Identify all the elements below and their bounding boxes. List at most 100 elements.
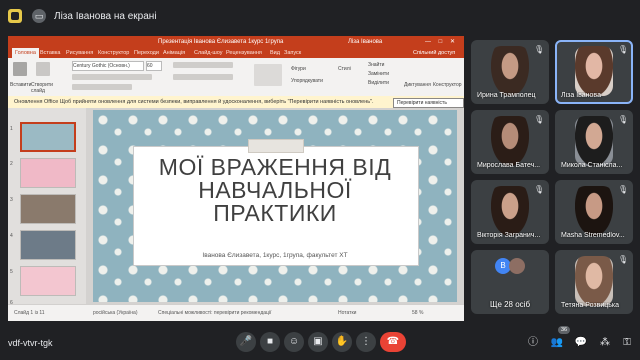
meeting-code: vdf-vtvr-tgk — [8, 338, 53, 348]
thumb-number: 4 — [10, 233, 13, 239]
people-icon: 👥 — [550, 337, 564, 348]
hand-icon: ✋ — [335, 336, 349, 347]
captions-button[interactable]: ☺ — [284, 332, 304, 352]
mic-off-icon: 🎙 — [618, 115, 629, 124]
slide-thumbnail-1[interactable] — [20, 122, 76, 152]
zoom-level[interactable]: 58 % — [412, 305, 423, 321]
shapes-button[interactable]: Фігури — [291, 66, 306, 72]
tab-view[interactable]: Вид — [270, 48, 280, 58]
replace-button[interactable]: Замінити — [368, 71, 389, 77]
styles-button[interactable]: Стилі — [338, 66, 351, 72]
participant-name: Ирина Трамполец — [477, 92, 536, 99]
participant-name: Тетяна Розвицька — [561, 302, 620, 309]
current-slide[interactable]: МОЇ ВРАЖЕННЯ ВІД НАВЧАЛЬНОЇ ПРАКТИКИ Іва… — [93, 110, 457, 302]
participant-name: Masha Stremedlov... — [561, 232, 625, 239]
participant-tile[interactable]: 🎙 Микола Станісла... — [555, 110, 633, 174]
more-options-button[interactable]: ⋮ — [356, 332, 376, 352]
slide-thumbnail-4[interactable] — [20, 230, 76, 260]
participant-name: Вікторія Загранич... — [477, 232, 541, 239]
mic-off-icon: 🎙 — [618, 255, 629, 264]
present-button[interactable]: ▣ — [308, 332, 328, 352]
participant-count-badge: 36 — [558, 326, 570, 334]
find-button[interactable]: Знайти — [368, 62, 384, 68]
check-updates-button[interactable]: Перевірити наявність оновлень — [393, 98, 464, 114]
shapes-gallery-icon — [254, 64, 282, 86]
tab-draw[interactable]: Рисування — [66, 48, 93, 58]
ppt-user-name: Ліза Іванова — [348, 39, 383, 45]
align-buttons — [173, 74, 233, 80]
font-format-buttons — [72, 74, 152, 80]
participant-video — [575, 256, 613, 306]
shared-screen: Презентація Іванова Єлизавета 1курс 1гру… — [8, 36, 464, 321]
hang-up-icon: ☎ — [386, 336, 400, 347]
paragraph-buttons — [173, 62, 233, 68]
slide-title: МОЇ ВРАЖЕННЯ ВІД НАВЧАЛЬНОЇ ПРАКТИКИ — [158, 154, 392, 226]
tab-slideshow[interactable]: Слайд-шоу — [194, 48, 223, 58]
mic-off-icon: 🎙 — [534, 185, 545, 194]
tab-home[interactable]: Головна — [12, 48, 39, 58]
tab-animations[interactable]: Анімація — [163, 48, 185, 58]
ppt-window-title: Презентація Іванова Єлизавета 1курс 1гру… — [158, 39, 284, 45]
microphone-button[interactable]: 🎤 — [236, 332, 256, 352]
host-controls-button[interactable]: ⚿ — [620, 336, 634, 350]
language-status: російська (Україна) — [93, 310, 138, 316]
participant-tile[interactable]: 🎙 Masha Stremedlov... — [555, 180, 633, 244]
participant-video — [491, 116, 529, 166]
participant-name: Микола Станісла... — [561, 162, 623, 169]
camera-icon: ■ — [266, 336, 274, 347]
select-button[interactable]: Виділити — [368, 80, 389, 86]
dictate-button[interactable]: Диктування — [404, 82, 431, 88]
accessibility-status[interactable]: Спеціальні можливості: перевірити рекоме… — [158, 305, 271, 321]
raise-hand-button[interactable]: ✋ — [332, 332, 352, 352]
camera-button[interactable]: ■ — [260, 332, 280, 352]
participant-name: Мирослава Батеч... — [477, 162, 541, 169]
activities-icon: ⁂ — [600, 337, 610, 348]
participant-tile[interactable]: 🎙 Тетяна Розвицька — [555, 250, 633, 314]
new-slide-button[interactable]: Створити слайд — [31, 82, 61, 94]
slide-card-tab — [248, 139, 304, 153]
info-icon: ⓘ — [528, 337, 538, 348]
paste-button[interactable]: Вставити — [10, 82, 31, 88]
participant-video — [575, 186, 613, 236]
participant-avatar-photo — [509, 258, 525, 274]
share-button[interactable]: Спільний доступ — [413, 48, 455, 58]
new-slide-icon — [36, 62, 50, 76]
slide-thumbnail-5[interactable] — [20, 266, 76, 296]
activities-button[interactable]: ⁂ — [598, 336, 612, 350]
people-button[interactable]: 👥 — [550, 336, 564, 350]
presenting-indicator[interactable]: ▭ Ліза Іванова на екрані — [32, 7, 157, 25]
participant-video — [491, 46, 529, 96]
participant-tile[interactable]: 🎙 Ліза Іванова — [555, 40, 633, 104]
design-ideas-button[interactable]: Конструктор — [433, 82, 462, 88]
tab-design[interactable]: Конструктор — [98, 48, 129, 58]
slide-thumbnail-2[interactable] — [20, 158, 76, 188]
paste-icon — [13, 62, 27, 76]
mic-off-icon: 🎙 — [534, 45, 545, 54]
present-icon: ▣ — [313, 336, 323, 347]
slide-thumbnails: 1 2 3 4 5 6 — [8, 108, 86, 306]
presenting-text: Ліза Іванова на екрані — [54, 10, 157, 22]
tab-insert[interactable]: Вставка — [40, 48, 60, 58]
chat-button[interactable]: 💬 — [574, 336, 588, 350]
arrange-button[interactable]: Упорядкувати — [291, 78, 323, 84]
tab-transitions[interactable]: Переходи — [134, 48, 159, 58]
participant-tile[interactable]: 🎙 Мирослава Батеч... — [471, 110, 549, 174]
meeting-controls-bar: vdf-vtvr-tgk 🎤 ■ ☺ ▣ ✋ ⋮ ☎ ⓘ 👥 💬 ⁂ ⚿ — [0, 328, 640, 360]
tab-run[interactable]: Запуск — [284, 48, 301, 58]
participant-tile[interactable]: 🎙 Вікторія Загранич... — [471, 180, 549, 244]
more-participants-tile[interactable]: В Ще 28 осіб — [471, 250, 549, 314]
lock-icon: ⚿ — [623, 337, 631, 348]
meeting-info-button[interactable]: ⓘ — [526, 336, 540, 350]
font-name-field[interactable]: Century Gothic (Основн.) — [72, 61, 144, 71]
top-bar: ▭ Ліза Іванова на екрані — [0, 0, 640, 32]
thumb-number: 2 — [10, 161, 13, 167]
participant-tile[interactable]: 🎙 Ирина Трамполец — [471, 40, 549, 104]
tab-review[interactable]: Рецензування — [226, 48, 262, 58]
captions-icon: ☺ — [288, 336, 300, 347]
leave-call-button[interactable]: ☎ — [380, 332, 406, 352]
window-controls: — □ ✕ — [425, 39, 458, 45]
font-size-field[interactable]: 60 — [146, 61, 162, 71]
slide-thumbnail-3[interactable] — [20, 194, 76, 224]
slide-counter: Слайд 1 із 11 — [14, 310, 45, 316]
notes-button[interactable]: Нотатки — [338, 305, 356, 321]
